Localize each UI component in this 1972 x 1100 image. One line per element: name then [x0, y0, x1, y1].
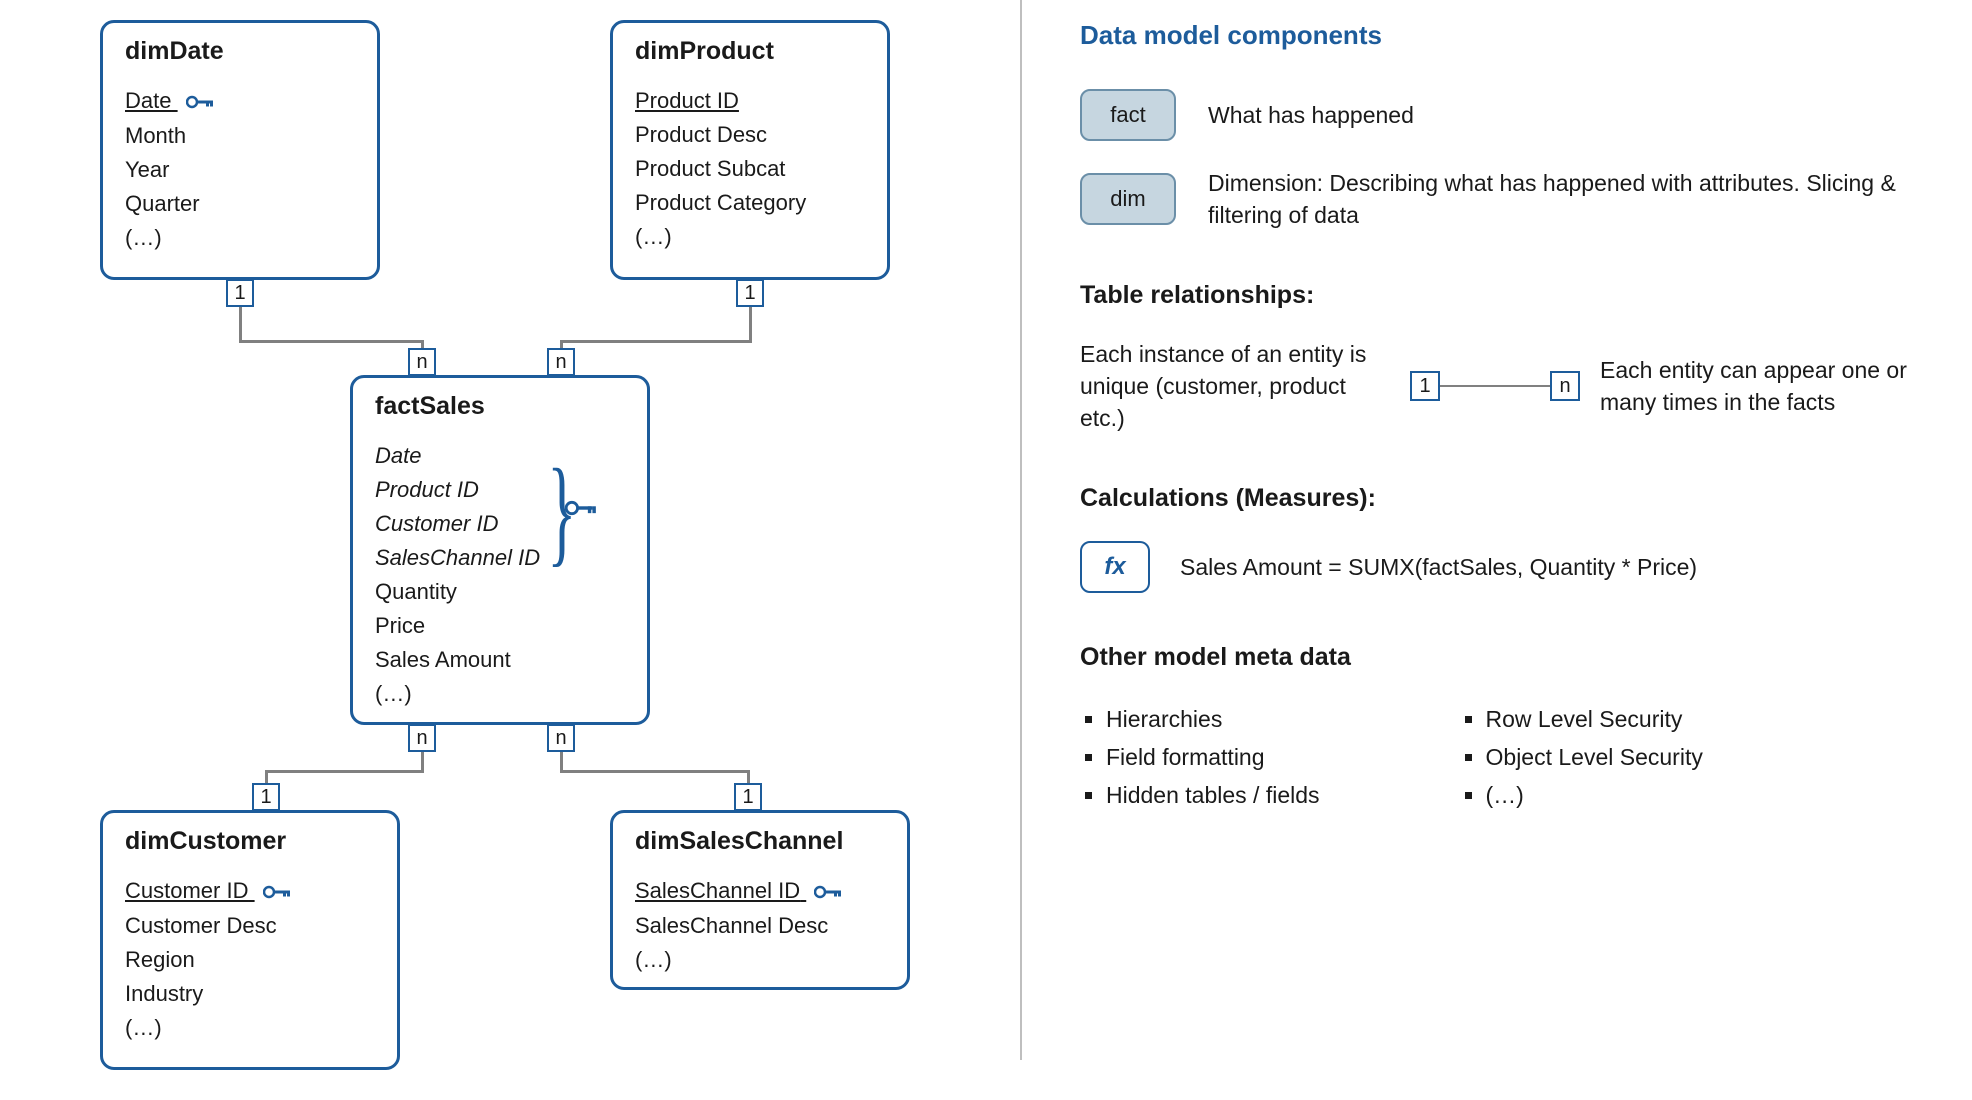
cardinality-one: 1 [736, 279, 764, 307]
cardinality-one: 1 [252, 783, 280, 811]
fx-badge: fx [1080, 541, 1150, 593]
dim-badge: dim [1080, 173, 1176, 225]
panel-title: Data model components [1080, 20, 1950, 51]
rel-left-text: Each instance of an entity is unique (cu… [1080, 338, 1390, 434]
calc-heading: Calculations (Measures): [1080, 484, 1950, 513]
key-icon [814, 875, 842, 909]
entity-title: dimProduct [635, 37, 865, 66]
entity-title: dimDate [125, 37, 355, 66]
er-diagram: 1 1 n n n n 1 1 dimDate Date Month Year … [0, 0, 1010, 1100]
relationship-legend: Each instance of an entity is unique (cu… [1080, 338, 1950, 434]
field: Product Category [635, 186, 865, 220]
field: Product Desc [635, 118, 865, 152]
cardinality-one: 1 [734, 783, 762, 811]
connector-seg [560, 340, 752, 343]
dim-desc: Dimension: Describing what has happened … [1208, 167, 1950, 231]
entity-dimdate: dimDate Date Month Year Quarter (…) [100, 20, 380, 280]
component-dim: dim Dimension: Describing what has happe… [1080, 167, 1950, 231]
meta-heading: Other model meta data [1080, 643, 1950, 672]
field-key: SalesChannel ID [635, 874, 885, 909]
field-key-label: SalesChannel ID [635, 878, 800, 903]
fact-desc: What has happened [1208, 99, 1414, 131]
field: (…) [375, 677, 625, 711]
component-fact: fact What has happened [1080, 89, 1950, 141]
field-key: Product ID [635, 84, 865, 118]
key-icon [186, 85, 214, 119]
field: Industry [125, 977, 375, 1011]
cardinality-one: 1 [226, 279, 254, 307]
meta-item: Hierarchies [1106, 700, 1320, 738]
field-key-label: Customer ID [125, 878, 248, 903]
field: (…) [125, 221, 355, 255]
field-fk: Date [375, 439, 625, 473]
field: Year [125, 153, 355, 187]
field: Price [375, 609, 625, 643]
rel-right-text: Each entity can appear one or many times… [1600, 354, 1950, 418]
field: Quantity [375, 575, 625, 609]
meta-list-left: Hierarchies Field formatting Hidden tabl… [1080, 700, 1320, 814]
field-key-label: Date [125, 88, 171, 113]
key-icon [263, 875, 291, 909]
cardinality-many: n [408, 724, 436, 752]
field-fk: SalesChannel ID [375, 541, 625, 575]
field: (…) [125, 1011, 375, 1045]
meta-lists: Hierarchies Field formatting Hidden tabl… [1080, 700, 1950, 814]
field: Quarter [125, 187, 355, 221]
entity-factsales: factSales Date Product ID Customer ID Sa… [350, 375, 650, 725]
entity-title: dimCustomer [125, 827, 375, 856]
rel-heading: Table relationships: [1080, 281, 1950, 310]
meta-item: Field formatting [1106, 738, 1320, 776]
field: Month [125, 119, 355, 153]
field: Customer Desc [125, 909, 375, 943]
field: Region [125, 943, 375, 977]
field-key: Date [125, 84, 355, 119]
entity-dimcustomer: dimCustomer Customer ID Customer Desc Re… [100, 810, 400, 1070]
rel-line [1440, 385, 1550, 387]
field: SalesChannel Desc [635, 909, 885, 943]
field: (…) [635, 943, 885, 977]
entity-dimsaleschannel: dimSalesChannel SalesChannel ID SalesCha… [610, 810, 910, 990]
entity-dimproduct: dimProduct Product ID Product Desc Produ… [610, 20, 890, 280]
fx-formula: Sales Amount = SUMX(factSales, Quantity … [1180, 554, 1697, 581]
meta-item: Object Level Security [1486, 738, 1703, 776]
meta-item: Hidden tables / fields [1106, 776, 1320, 814]
vertical-divider [1020, 0, 1022, 1060]
entity-title: factSales [375, 392, 625, 421]
field: Product Subcat [635, 152, 865, 186]
connector-seg [265, 770, 424, 773]
meta-item: Row Level Security [1486, 700, 1703, 738]
fact-badge: fact [1080, 89, 1176, 141]
cardinality-many: n [547, 724, 575, 752]
cardinality-many: n [408, 348, 436, 376]
key-icon [565, 500, 597, 521]
field: (…) [635, 220, 865, 254]
field-key: Customer ID [125, 874, 375, 909]
connector-seg [239, 340, 424, 343]
fx-row: fx Sales Amount = SUMX(factSales, Quanti… [1080, 541, 1950, 593]
legend-panel: Data model components fact What has happ… [1080, 20, 1950, 814]
cardinality-many: n [1550, 371, 1580, 401]
cardinality-many: n [547, 348, 575, 376]
cardinality-one: 1 [1410, 371, 1440, 401]
entity-title: dimSalesChannel [635, 827, 885, 856]
connector-seg [560, 770, 750, 773]
meta-list-right: Row Level Security Object Level Security… [1460, 700, 1703, 814]
rel-graphic: 1 n [1410, 370, 1580, 402]
field: Sales Amount [375, 643, 625, 677]
meta-item: (…) [1486, 776, 1703, 814]
